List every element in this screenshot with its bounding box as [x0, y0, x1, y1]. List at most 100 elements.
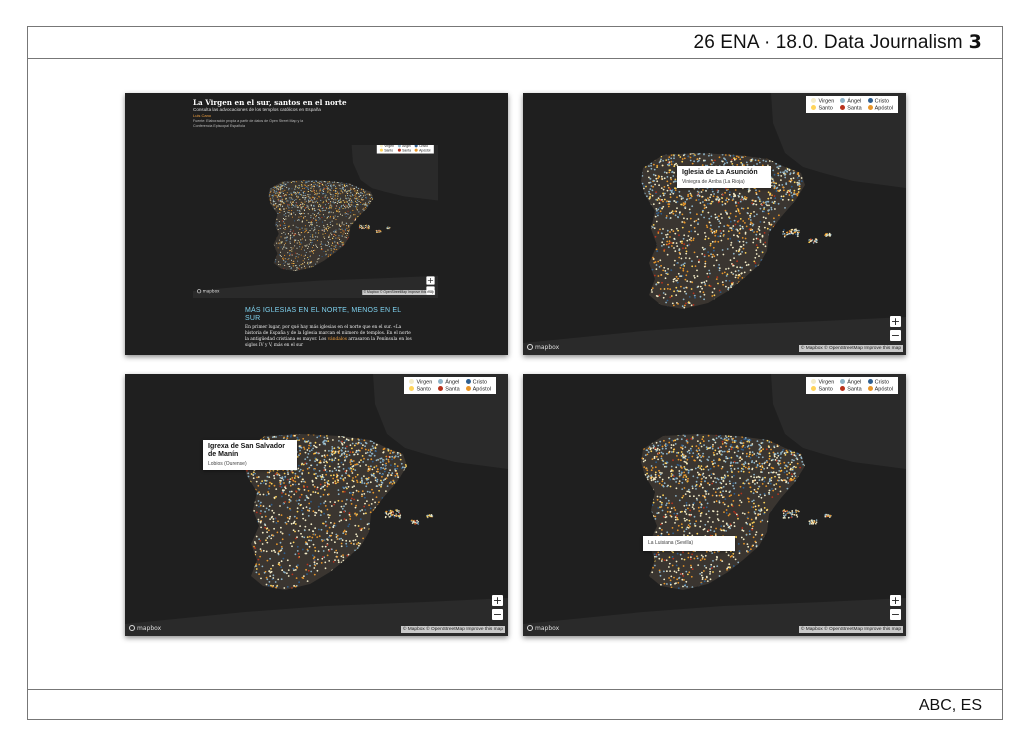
legend-swatch [409, 385, 415, 391]
legend-label: Apóstol [419, 148, 431, 153]
zoom-out-button[interactable]: − [890, 609, 901, 620]
legend-swatch [811, 385, 817, 391]
legend-label: Apóstol [874, 105, 893, 111]
screenshot-map-asuncion: Virgen Ángel Cristo Santo Santa Apóstol Igles… [523, 93, 906, 355]
zoom-out-button[interactable]: − [890, 330, 901, 341]
tooltip-title: Igrexa de San Salvador de Manín [208, 443, 286, 458]
legend-label: Santa [445, 386, 460, 392]
mapbox-logo-text: mapbox [202, 289, 220, 294]
tooltip-subtitle: La Luisiana (Sevilla) [648, 540, 694, 546]
legend-label: Santa [847, 386, 862, 392]
article-note: Fuente: Elaboración propia a partir de d… [193, 119, 304, 128]
legend-label: Apóstol [874, 386, 893, 392]
map-attribution[interactable]: © Mapbox © OpenStreetMap Improve this ma… [400, 626, 505, 633]
mapbox-icon [527, 625, 533, 631]
legend-swatch [415, 148, 419, 152]
zoom-in-button[interactable]: + [890, 595, 901, 606]
map-canvas [193, 145, 438, 298]
map-canvas [523, 93, 906, 355]
mapbox-icon [129, 625, 135, 631]
legend-swatch [840, 379, 846, 384]
legend-item: Santa [840, 104, 862, 111]
legend-swatch [867, 379, 873, 384]
legend-swatch [840, 385, 846, 391]
legend-swatch [465, 379, 471, 384]
footer-divider [27, 689, 1003, 690]
map-attribution[interactable]: © Mapbox © OpenStreetMap Improve this ma… [362, 290, 435, 295]
header-title: 26 ENA · 18.0. Data Journalism [693, 32, 963, 53]
mapbox-logo-text: mapbox [535, 625, 560, 632]
legend-swatch [811, 104, 817, 110]
header-divider [27, 58, 1003, 59]
page-number: 3 [968, 31, 982, 53]
mapbox-logo: mapbox [197, 289, 220, 294]
screenshot-article: La Virgen en el sur, santos en el norte … [125, 93, 508, 355]
mapbox-logo: mapbox [527, 344, 559, 351]
tooltip-title: Iglesia de La Asunción [682, 169, 758, 176]
map-attribution[interactable]: © Mapbox © OpenStreetMap Improve this ma… [798, 626, 903, 633]
legend-item: Apóstol [415, 148, 431, 152]
legend-label: Santo [818, 386, 833, 392]
footer-source: ABC, ES [918, 697, 982, 714]
legend-swatch [465, 385, 471, 391]
legend-swatch [409, 379, 415, 384]
legend: Virgen Ángel Cristo Santo Santa Apóstol [806, 377, 898, 394]
article-map[interactable]: VirgenÁngelCristoSantoSantaApóstol + − m… [193, 145, 438, 298]
legend-label: Santo [818, 105, 833, 111]
mapbox-icon [197, 289, 202, 294]
legend-swatch [438, 385, 444, 391]
mapbox-logo: mapbox [527, 625, 559, 632]
zoom-in-button[interactable]: + [492, 595, 503, 606]
paragraph-highlight[interactable]: vándalos [328, 337, 347, 342]
legend-swatch [811, 379, 817, 384]
legend-swatch [867, 385, 873, 391]
legend: Virgen Ángel Cristo Santo Santa Apóstol [377, 145, 434, 154]
article-title: La Virgen en el sur, santos en el norte [193, 98, 347, 107]
legend-swatch [867, 98, 873, 103]
legend-item: Santa [438, 385, 460, 392]
legend: Virgen Ángel Cristo Santo Santa Apóstol [806, 96, 898, 113]
screenshot-map-luisiana: Virgen Ángel Cristo Santo Santa Apóstol La Lu… [523, 374, 906, 636]
page-header: 26 ENA · 18.0. Data Journalism 3 [694, 31, 982, 54]
legend-label: Santo [416, 386, 431, 392]
legend-swatch [840, 98, 846, 103]
tooltip: Iglesia de La Asunción Viniegra de Arrib… [677, 166, 771, 188]
legend-item: Apóstol [465, 385, 491, 392]
tooltip: La Luisiana (Sevilla) [643, 536, 735, 551]
article-heading: MÁS IGLESIAS EN EL NORTE, MENOS EN EL SU… [245, 307, 402, 322]
map-canvas [125, 374, 508, 636]
legend-swatch [438, 379, 444, 384]
zoom-in-button[interactable]: + [890, 316, 901, 327]
legend-item: Santa [398, 148, 411, 152]
legend-swatch [398, 148, 402, 152]
map-attribution[interactable]: © Mapbox © OpenStreetMap Improve this ma… [798, 345, 903, 352]
legend-swatch [415, 145, 419, 148]
zoom-out-button[interactable]: − [492, 609, 503, 620]
legend-swatch [398, 145, 402, 148]
legend-item: Santa [840, 385, 862, 392]
mapbox-icon [527, 344, 533, 350]
mapbox-logo: mapbox [129, 625, 161, 632]
tooltip-subtitle: Viniegra de Arriba (La Rioja) [682, 179, 745, 185]
legend-swatch [867, 104, 873, 110]
legend-item: Santo [811, 104, 834, 111]
legend-label: Santo [384, 148, 394, 153]
legend-item: Apóstol [867, 104, 893, 111]
article-paragraph: En primer lugar, por qué hay más iglesia… [245, 325, 413, 349]
article-subtitle: Consulta las advocaciones de los templos… [193, 107, 321, 112]
mapbox-logo-text: mapbox [137, 625, 162, 632]
legend-label: Santa [402, 148, 412, 153]
zoom-in-button[interactable]: + [426, 276, 435, 285]
legend: Virgen Ángel Cristo Santo Santa Apóstol [404, 377, 496, 394]
screenshot-map-manin: Virgen Ángel Cristo Santo Santa Apóstol Igrex… [125, 374, 508, 636]
legend-item: Apóstol [867, 385, 893, 392]
legend-item: Santo [409, 385, 432, 392]
tooltip-subtitle: Lobios (Ourense) [208, 461, 247, 467]
tooltip: Igrexa de San Salvador de Manín Lobios (… [203, 440, 297, 470]
map-canvas [523, 374, 906, 636]
legend-swatch [380, 145, 384, 148]
legend-swatch [380, 148, 384, 152]
legend-swatch [840, 104, 846, 110]
legend-label: Santa [847, 105, 862, 111]
article-author: Luis Cano [193, 113, 212, 118]
